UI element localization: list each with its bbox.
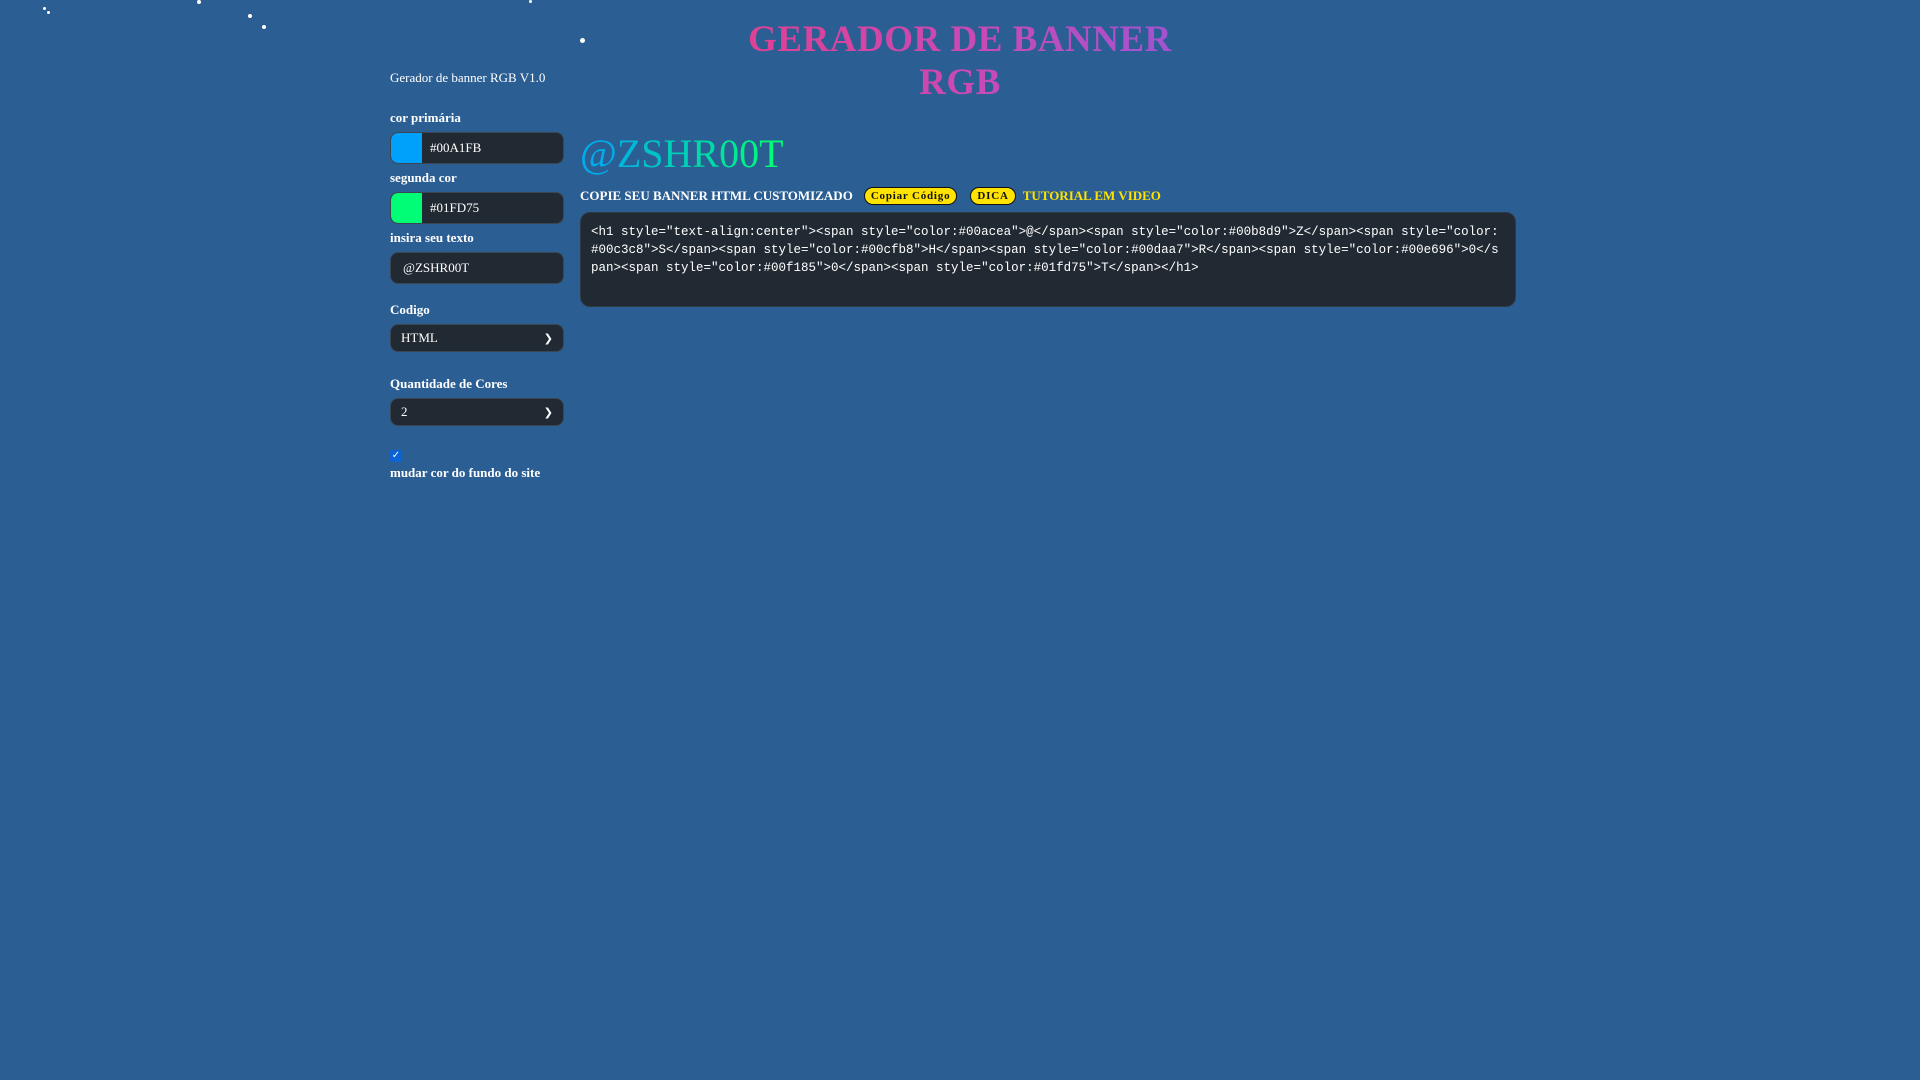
main-panel: @ZSHR00T COPIE SEU BANNER HTML CUSTOMIZA… [580, 130, 1516, 307]
secondary-color-swatch[interactable] [391, 193, 422, 223]
preview-char: R [692, 131, 720, 176]
primary-color-value: #00A1FB [430, 140, 482, 155]
star-dot [47, 11, 50, 14]
settings-sidebar: Gerador de banner RGB V1.0 cor primária … [390, 70, 566, 481]
chevron-down-icon: ❯ [543, 331, 553, 345]
primary-color-label: cor primária [390, 110, 461, 125]
checkmark-icon: ✓ [391, 450, 401, 461]
banner-preview: @ZSHR00T [580, 130, 1516, 177]
colors-select-label: Quantidade de Cores [390, 376, 508, 391]
preview-char: 0 [719, 131, 740, 176]
secondary-color-picker[interactable]: #01FD75 [390, 192, 564, 224]
code-type-select[interactable]: HTML ❯ [390, 324, 564, 352]
secondary-color-label: segunda cor [390, 170, 457, 185]
preview-char: T [759, 131, 784, 176]
primary-color-picker[interactable]: #00A1FB [390, 132, 564, 164]
preview-char: Z [616, 131, 642, 176]
code-select-label: Codigo [390, 302, 430, 317]
background-toggle-checkbox[interactable]: ✓ [390, 450, 402, 462]
star-dot [43, 7, 46, 10]
banner-text-input[interactable]: @ZSHR00T [390, 252, 564, 284]
primary-color-swatch[interactable] [391, 133, 422, 163]
page-title: GERADOR DE BANNER RGB [714, 18, 1206, 104]
star-dot [248, 14, 252, 18]
copy-code-button[interactable]: Copiar Código [863, 187, 958, 205]
star-dot [262, 25, 266, 29]
color-count-select[interactable]: 2 ❯ [390, 398, 564, 426]
copy-toolbar: COPIE SEU BANNER HTML CUSTOMIZADO Copiar… [580, 187, 1516, 205]
code-type-value: HTML [401, 330, 438, 345]
color-count-value: 2 [401, 404, 408, 419]
secondary-color-value: #01FD75 [430, 200, 480, 215]
preview-char: 0 [739, 131, 760, 176]
copy-heading: COPIE SEU BANNER HTML CUSTOMIZADO [580, 188, 853, 203]
title-container: GERADOR DE BANNER RGB [714, 18, 1206, 103]
chevron-down-icon: ❯ [543, 405, 553, 419]
preview-char: S [641, 131, 664, 176]
star-dot [529, 0, 532, 3]
star-dot [197, 0, 201, 4]
background-toggle-row: ✓ mudar cor do fundo do site [390, 450, 566, 481]
preview-char: H [663, 131, 693, 176]
generated-code-box[interactable]: <h1 style="text-align:center"><span styl… [580, 212, 1516, 307]
background-toggle-label: mudar cor do fundo do site [390, 465, 541, 480]
video-tutorial-link[interactable]: TUTORIAL EM VIDEO [1023, 188, 1161, 204]
text-input-label: insira seu texto [390, 230, 474, 245]
preview-char: @ [580, 131, 617, 176]
star-dot [580, 38, 585, 43]
tip-button[interactable]: DICA [970, 187, 1016, 205]
version-text: Gerador de banner RGB V1.0 [390, 70, 546, 85]
